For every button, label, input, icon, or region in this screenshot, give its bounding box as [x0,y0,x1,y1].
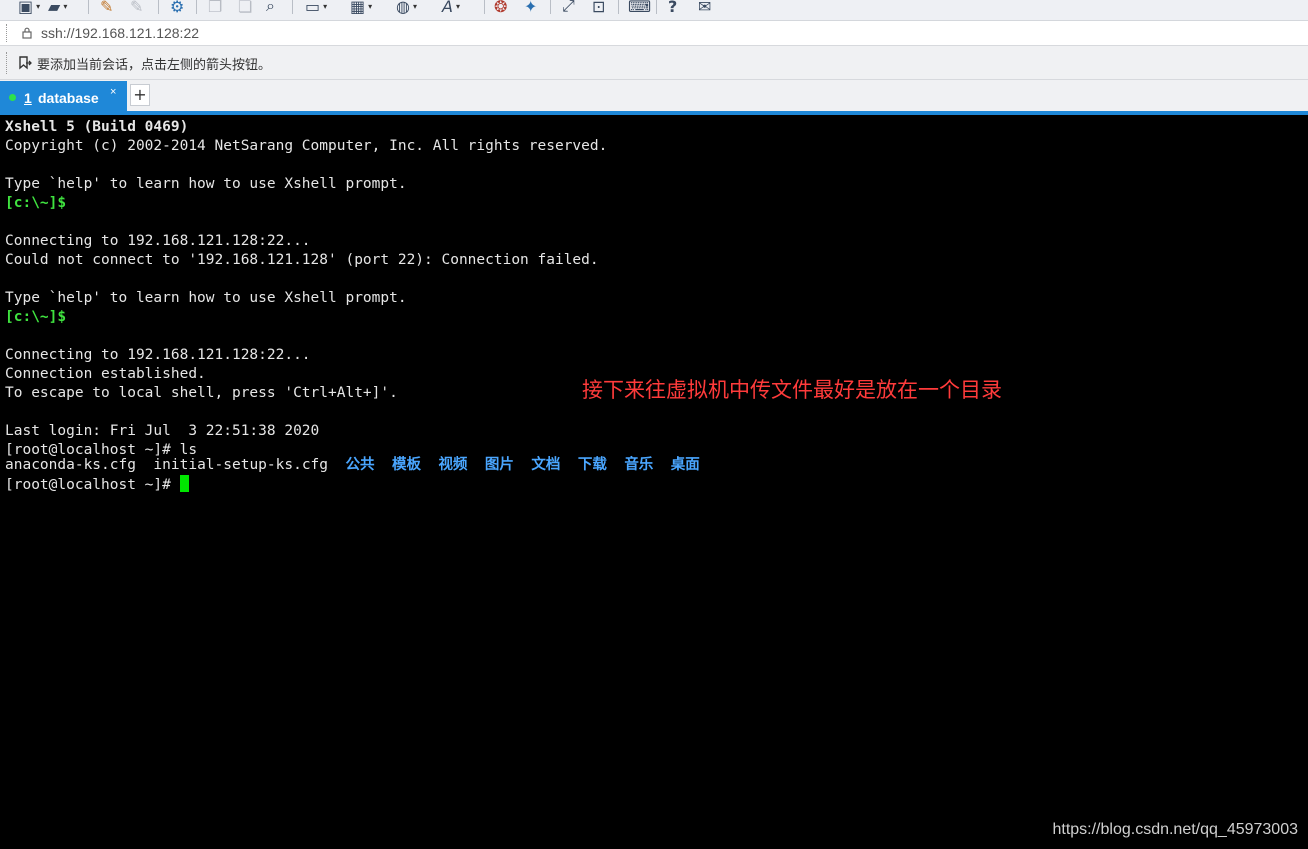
fullscreen-icon[interactable]: ⤢ [562,0,575,17]
terminal-line: [c:\~]$ [5,195,67,211]
tab-bar: 1 database × + [0,80,1308,111]
terminal-line: Copyright (c) 2002-2014 NetSarang Comput… [5,138,608,154]
properties-icon[interactable]: ⚙ [170,0,184,17]
ls-file: anaconda-ks.cfg [5,457,136,473]
terminal-line: Last login: Fri Jul 3 22:51:38 2020 [5,423,320,439]
screen-icon[interactable]: ▭ ▾ [305,0,327,17]
ls-directory: 下载 [577,457,607,473]
tab-close-icon[interactable]: × [110,86,116,98]
address-bar[interactable]: ssh://192.168.121.128:22 [0,21,1308,46]
paste-icon: ❏ [238,0,253,16]
terminal-line: Connecting to 192.168.121.128:22... [5,347,311,363]
tab-number: 1 [24,90,32,106]
session-info-bar: 要添加当前会话，点击左侧的箭头按钮。 [0,46,1308,80]
chat-icon[interactable]: ✉ [698,0,711,17]
terminal-cursor [179,475,189,492]
ls-directory: 桌面 [670,457,700,473]
new-session-icon[interactable]: ▣ ▾ [18,0,40,17]
ls-directory: 图片 [484,457,514,473]
toolbar: ▣ ▾ ▰ ▾ ✎ ✎ ⚙ ❐ ❏ ⌕ ▭ ▾ ▦ ▾ ◍ ▾ A ▾ ❂ ✦ ⤢ ⊡ ⌨ … [0,0,1308,21]
copy-icon: ❐ [208,0,223,16]
terminal-line: Type `help' to learn how to use Xshell p… [5,290,407,306]
tab-title: database [38,90,99,106]
terminal-line: To escape to local shell, press 'Ctrl+Al… [5,385,398,401]
terminal-line: Type `help' to learn how to use Xshell p… [5,176,407,192]
pen-icon[interactable]: ✎ [100,0,113,17]
ls-directory: 模板 [391,457,421,473]
terminal-line: Connecting to 192.168.121.128:22... [5,233,311,249]
address-bar-grip[interactable] [6,24,8,42]
annotation-text: 接下来往虚拟机中传文件最好是放在一个目录 [582,378,1002,402]
ls-output-line: anaconda-ks.cfg initial-setup-ks.cfg 公共 … [5,456,700,475]
ls-directory: 文档 [531,457,561,473]
info-bar-text: 要添加当前会话，点击左侧的箭头按钮。 [37,58,272,73]
prompt-line[interactable]: [root@localhost ~]# [5,475,189,494]
lock-screen-icon[interactable]: ⊡ [592,0,605,17]
terminal-line: Xshell 5 (Build 0469) [5,119,189,135]
connected-status-icon [9,94,16,101]
font-icon[interactable]: A ▾ [442,0,460,17]
ls-file: initial-setup-ks.cfg [153,457,329,473]
help-icon[interactable]: ? [668,0,677,17]
info-bar-grip[interactable] [6,52,8,74]
terminal-line: Could not connect to '192.168.121.128' (… [5,252,599,268]
find-icon[interactable]: ⌕ [266,0,275,17]
terminal-line: Connection established. [5,366,206,382]
terminal[interactable]: Xshell 5 (Build 0469) Copyright (c) 2002-… [0,115,1308,849]
layout-icon[interactable]: ▦ ▾ [350,0,372,17]
add-session-arrow-icon[interactable] [18,56,32,70]
globe-icon[interactable]: ◍ ▾ [396,0,417,17]
add-tab-button[interactable]: + [130,84,150,106]
watermark: https://blog.csdn.net/qq_45973003 [1052,821,1298,838]
open-folder-icon[interactable]: ▰ ▾ [48,0,67,17]
ls-directory: 音乐 [624,457,654,473]
address-input[interactable]: ssh://192.168.121.128:22 [41,25,199,41]
tab-database[interactable]: 1 database × [0,81,127,111]
ls-directory: 公共 [345,457,375,473]
ls-directory: 视频 [438,457,468,473]
pen-disabled-icon: ✎ [130,0,144,16]
terminal-line: [c:\~]$ [5,309,67,325]
xftp-icon[interactable]: ❂ [494,0,507,17]
lock-icon [22,27,32,39]
keyboard-icon[interactable]: ⌨ [628,0,651,17]
prompt-text: [root@localhost ~]# [5,477,180,493]
xagent-icon[interactable]: ✦ [524,0,537,17]
